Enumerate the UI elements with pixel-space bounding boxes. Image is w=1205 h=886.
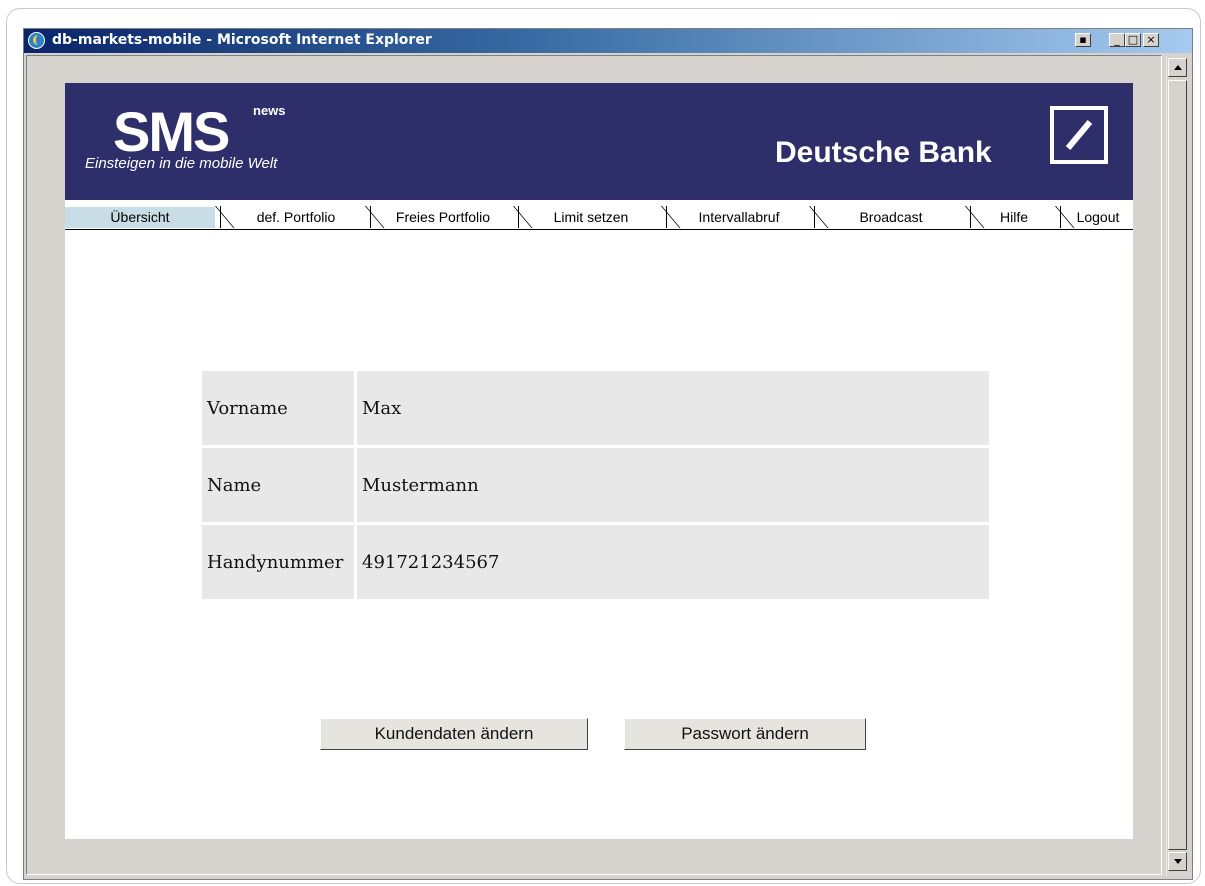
tab-def-portfolio[interactable]: def. Portfolio xyxy=(227,207,365,228)
arrow-up-icon xyxy=(1174,65,1182,70)
tab-broadcast[interactable]: Broadcast xyxy=(817,207,965,228)
first-name-value: Max xyxy=(357,371,989,445)
tab-limit-setzen[interactable]: Limit setzen xyxy=(521,207,661,228)
title-bar[interactable]: db-markets-mobile - Microsoft Internet E… xyxy=(24,29,1192,53)
customer-data-table: Vorname Max Name Mustermann Handynummer … xyxy=(199,368,992,602)
browser-viewport: SMS news Einsteigen in die mobile Welt D… xyxy=(26,55,1162,875)
browser-window: db-markets-mobile - Microsoft Internet E… xyxy=(23,28,1193,880)
restore-icon[interactable]: ▪ xyxy=(1075,33,1091,47)
header-banner: SMS news Einsteigen in die mobile Welt D… xyxy=(65,83,1133,200)
change-password-button[interactable]: Passwort ändern xyxy=(624,718,866,750)
tab-intervallabruf[interactable]: Intervallabruf xyxy=(669,207,809,228)
tab-freies-portfolio[interactable]: Freies Portfolio xyxy=(373,207,513,228)
internet-explorer-icon xyxy=(28,32,45,49)
scroll-thumb[interactable] xyxy=(1168,80,1187,850)
last-name-label: Name xyxy=(202,448,354,522)
arrow-down-icon xyxy=(1174,859,1182,864)
close-button[interactable]: × xyxy=(1143,33,1159,47)
maximize-button[interactable]: □ xyxy=(1125,33,1141,47)
navigation-tabs: Übersicht def. Portfolio Freies Portfoli… xyxy=(65,206,1133,230)
tagline: Einsteigen in die mobile Welt xyxy=(85,155,278,172)
tab-uebersicht[interactable]: Übersicht xyxy=(65,207,215,228)
first-name-label: Vorname xyxy=(202,371,354,445)
table-row: Name Mustermann xyxy=(202,448,989,522)
sms-news-logo: SMS news xyxy=(113,103,286,153)
scroll-down-button[interactable] xyxy=(1168,852,1187,871)
last-name-value: Mustermann xyxy=(357,448,989,522)
deutsche-bank-logo-icon xyxy=(1050,106,1108,164)
table-row: Vorname Max xyxy=(202,371,989,445)
sms-logo-text: SMS xyxy=(113,103,229,153)
scroll-up-button[interactable] xyxy=(1168,58,1187,77)
web-page: SMS news Einsteigen in die mobile Welt D… xyxy=(65,83,1133,839)
news-superscript: news xyxy=(253,103,286,118)
edit-customer-data-button[interactable]: Kundendaten ändern xyxy=(320,718,588,750)
tab-hilfe[interactable]: Hilfe xyxy=(973,207,1055,228)
bank-name: Deutsche Bank xyxy=(775,136,992,169)
window-title: db-markets-mobile - Microsoft Internet E… xyxy=(52,32,432,48)
tab-logout[interactable]: Logout xyxy=(1063,207,1133,228)
minimize-button[interactable]: _ xyxy=(1109,33,1125,47)
mobile-number-value: 491721234567 xyxy=(357,525,989,599)
mobile-number-label: Handynummer xyxy=(202,525,354,599)
tab-separator xyxy=(215,206,227,228)
table-row: Handynummer 491721234567 xyxy=(202,525,989,599)
vertical-scrollbar[interactable] xyxy=(1166,56,1188,876)
